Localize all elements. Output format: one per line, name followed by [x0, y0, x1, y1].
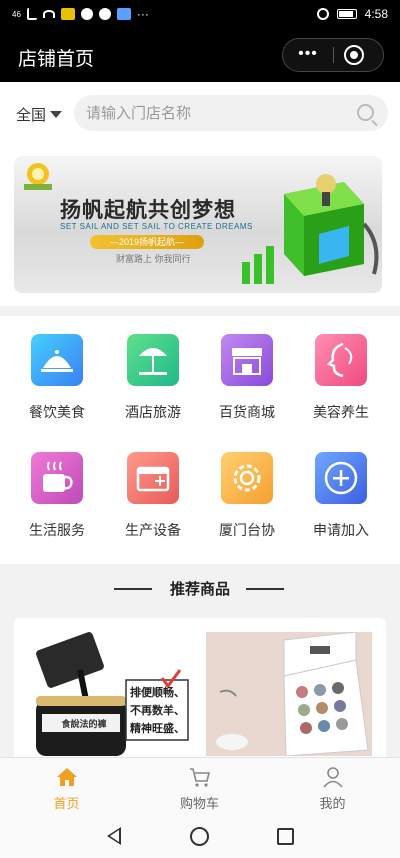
tab-cart[interactable]: 购物车: [133, 758, 266, 818]
more-menu-button[interactable]: •••: [283, 39, 333, 71]
recent-apps-icon[interactable]: [277, 828, 294, 845]
divider-right: [246, 588, 284, 590]
coffee-cup-icon: [31, 452, 83, 504]
product-card[interactable]: [206, 631, 372, 757]
recommend-title: 推荐商品: [169, 581, 230, 598]
company-logo-icon: [24, 163, 52, 190]
product-card[interactable]: 食說法的褲 排便顺畅、 不再数羊、 精神旺盛、: [22, 630, 192, 756]
signal-text: 46: [12, 9, 21, 19]
close-mini-program-button[interactable]: [344, 45, 364, 65]
product-name-label: 食說法的褲: [61, 719, 107, 729]
tab-label: 首页: [53, 796, 80, 811]
home-circle-icon[interactable]: [190, 827, 209, 846]
search-icon[interactable]: [357, 104, 374, 121]
category-label: 申请加入: [313, 522, 369, 538]
category-label: 美容养生: [313, 404, 369, 420]
category-label: 厦门台协: [219, 522, 275, 538]
capsule-divider: [333, 47, 334, 63]
category-apply-join[interactable]: 申请加入: [296, 434, 386, 544]
search-area: 全国: [0, 82, 400, 144]
product-image: [216, 631, 369, 757]
tab-label: 购物车: [179, 796, 219, 811]
tab-label: 我的: [319, 796, 346, 811]
search-input[interactable]: [86, 95, 346, 131]
nav-bar: 店铺首页 •••: [0, 30, 400, 82]
status-left: 46 ···: [12, 7, 149, 21]
battery-icon: [336, 9, 357, 19]
wifi-icon: [42, 10, 55, 18]
product-list: 食說法的褲 排便顺畅、 不再数羊、 精神旺盛、: [14, 618, 386, 758]
search-box: [74, 95, 388, 131]
category-xiamen-association[interactable]: 厦门台协: [202, 434, 292, 544]
category-label: 餐饮美食: [29, 404, 85, 420]
chat-icon: [98, 8, 111, 20]
more-dots-icon: ···: [136, 7, 149, 21]
back-icon[interactable]: [107, 827, 121, 845]
system-nav-bar: [0, 817, 400, 858]
user-icon: [323, 767, 343, 788]
dining-cloche-icon: [31, 334, 83, 386]
category-grid: 餐饮美食 酒店旅游 百货商城 美容养生 生活服务 生产设备 厦门台协 申请加入: [0, 316, 400, 564]
storefront-icon: [221, 334, 273, 386]
category-beauty[interactable]: 美容养生: [296, 316, 386, 426]
bottom-tab-bar: 首页 购物车 我的: [0, 757, 400, 817]
mini-program-capsule: •••: [282, 38, 384, 72]
category-equipment[interactable]: 生产设备: [108, 434, 198, 544]
banner-headline: 扬帆起航共创梦想: [60, 199, 236, 222]
category-department-store[interactable]: 百货商城: [202, 316, 292, 426]
status-time: 4:58: [364, 7, 388, 21]
alarm-icon: [316, 8, 329, 20]
beach-umbrella-icon: [127, 334, 179, 386]
message-icon: [116, 8, 131, 20]
status-right: 4:58: [316, 7, 388, 21]
banner-ribbon: —2019扬帆起航—: [90, 235, 204, 249]
signal-icon: [26, 8, 37, 20]
wechat-icon: [80, 8, 93, 20]
category-dining[interactable]: 餐饮美食: [12, 316, 102, 426]
banner-slogan: 财富路上 你我同行: [116, 254, 191, 264]
product-badge-line: 不再数羊、: [130, 705, 185, 717]
tab-home[interactable]: 首页: [0, 758, 133, 818]
product-badge-line: 排便顺畅、: [130, 687, 185, 699]
recommend-header: 推荐商品: [0, 564, 400, 610]
plus-circle-icon: [315, 452, 367, 504]
category-hotel-travel[interactable]: 酒店旅游: [108, 316, 198, 426]
category-label: 生产设备: [125, 522, 181, 538]
category-label: 生活服务: [29, 522, 85, 538]
beauty-face-icon: [315, 334, 367, 386]
region-selector[interactable]: 全国: [16, 104, 63, 125]
home-icon: [57, 768, 77, 786]
category-life-service[interactable]: 生活服务: [12, 434, 102, 544]
equipment-box-icon: [127, 452, 179, 504]
region-label: 全国: [16, 107, 47, 124]
banner-illustration: [242, 174, 379, 284]
banner-section: 扬帆起航共创梦想 SET SAIL AND SET SAIL TO CREATE…: [0, 144, 400, 306]
gear-icon: [221, 452, 273, 504]
promo-banner[interactable]: 扬帆起航共创梦想 SET SAIL AND SET SAIL TO CREATE…: [14, 156, 382, 293]
dropdown-arrow-icon: [50, 111, 63, 118]
page-title: 店铺首页: [18, 49, 95, 70]
product-badge-line: 精神旺盛、: [130, 723, 185, 735]
tab-mine[interactable]: 我的: [266, 758, 399, 818]
status-bar: 46 ··· 4:58: [0, 0, 400, 30]
category-label: 百货商城: [219, 404, 275, 420]
category-label: 酒店旅游: [125, 404, 181, 420]
cart-icon: [190, 768, 211, 787]
app-notification-icon: [60, 8, 75, 20]
